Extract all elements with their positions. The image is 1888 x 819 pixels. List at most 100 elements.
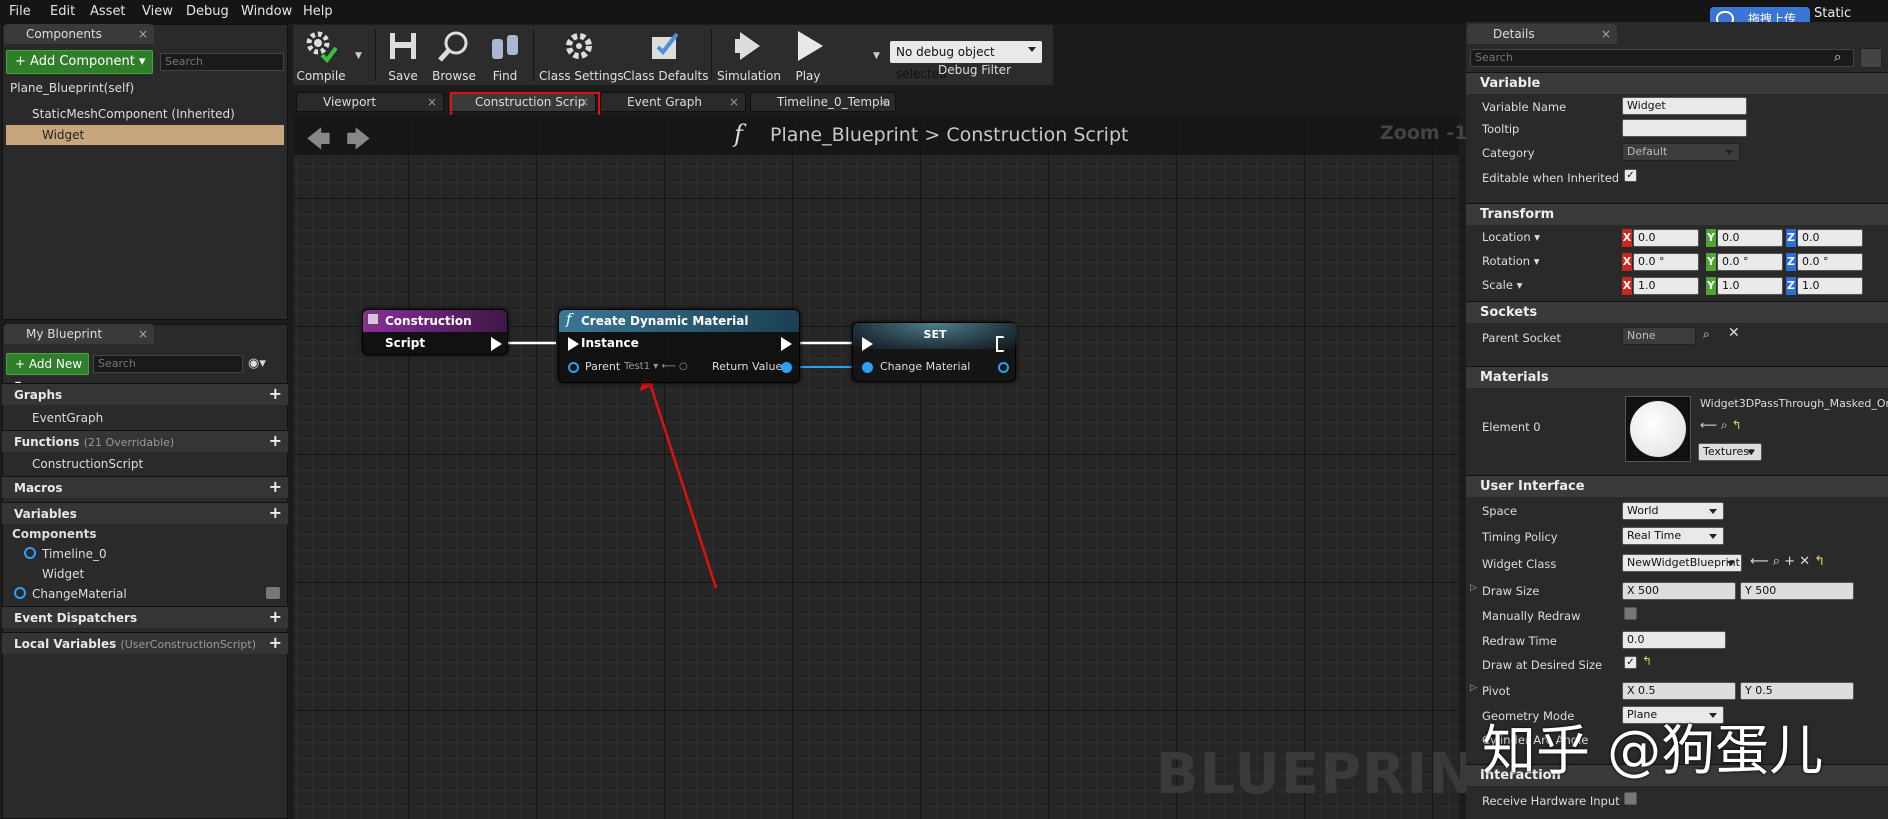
functions-section[interactable]: Functions (21 Overridable) +	[2, 430, 288, 452]
editable-checkbox[interactable]: ✓	[1624, 169, 1637, 182]
debug-object-select[interactable]: No debug object selected	[890, 41, 1042, 81]
item-construction-script[interactable]: ConstructionScript	[14, 454, 143, 474]
close-icon[interactable]: ×	[427, 93, 437, 111]
menu-asset[interactable]: Asset	[90, 4, 126, 19]
close-icon[interactable]: ×	[138, 324, 148, 344]
tab-viewport[interactable]: Viewport ×	[296, 92, 444, 112]
section-sockets[interactable]: Sockets	[1466, 301, 1888, 323]
expand-icon[interactable]: ▷	[1470, 683, 1477, 693]
exec-in-pin[interactable]	[568, 337, 579, 351]
add-graph-icon[interactable]: +	[269, 386, 282, 402]
tab-event-graph[interactable]: Event Graph ×	[600, 92, 746, 112]
draw-size-x[interactable]: X 500	[1622, 582, 1736, 600]
item-event-graph[interactable]: EventGraph	[14, 408, 103, 428]
component-self[interactable]: Plane_Blueprint(self)	[10, 78, 134, 98]
class-defaults-button[interactable]: Class Defaults	[623, 25, 708, 85]
section-transform[interactable]: Transform	[1466, 203, 1888, 225]
manually-redraw-checkbox[interactable]	[1624, 607, 1637, 620]
menu-debug[interactable]: Debug	[186, 4, 229, 19]
variable-name-input[interactable]: Widget	[1622, 97, 1747, 115]
graphs-section[interactable]: Graphs +	[2, 383, 288, 405]
node-set[interactable]: SET Change Material	[852, 322, 1017, 382]
tab-my-blueprint[interactable]: My Blueprint ×	[4, 324, 154, 344]
search-icon[interactable]: ⌕	[1703, 327, 1710, 342]
item-widget[interactable]: Widget	[42, 564, 84, 584]
scale-y-input[interactable]: 1.0	[1717, 277, 1783, 295]
add-macro-icon[interactable]: +	[269, 479, 282, 495]
material-actions[interactable]: ⟵ ⌕ ↰	[1700, 418, 1742, 433]
compile-options-icon[interactable]: ▼	[355, 51, 362, 61]
space-select[interactable]: World	[1622, 502, 1724, 520]
rotation-z-input[interactable]: 0.0 °	[1797, 253, 1863, 271]
close-icon[interactable]: ×	[138, 24, 148, 44]
redraw-time-input[interactable]: 0.0	[1622, 631, 1726, 649]
class-settings-button[interactable]: Class Settings	[539, 25, 624, 85]
close-icon[interactable]: ×	[729, 93, 739, 111]
menu-file[interactable]: File	[9, 4, 31, 19]
label-rotation[interactable]: Rotation ▾	[1482, 254, 1540, 268]
location-y-input[interactable]: 0.0	[1717, 229, 1783, 247]
widget-class-actions[interactable]: ⟵ ⌕ + ✕ ↰	[1750, 554, 1825, 569]
scale-x-input[interactable]: 1.0	[1633, 277, 1699, 295]
exec-out-pin[interactable]	[781, 337, 792, 351]
tab-timeline[interactable]: Timeline_0_Templa ×	[750, 92, 896, 112]
label-location[interactable]: Location ▾	[1482, 230, 1540, 244]
add-function-icon[interactable]: +	[269, 433, 282, 449]
widget-class-select[interactable]: NewWidgetBlueprint	[1622, 554, 1742, 572]
category-select[interactable]: Default	[1622, 143, 1740, 161]
add-new-button[interactable]: + Add New ▾	[6, 353, 89, 391]
component-staticmesh[interactable]: StaticMeshComponent (Inherited)	[8, 104, 235, 124]
parent-socket-field[interactable]: None	[1622, 327, 1696, 345]
add-component-button[interactable]: + Add Component ▾	[6, 50, 153, 74]
expand-icon[interactable]: ▷	[1470, 583, 1477, 593]
rotation-x-input[interactable]: 0.0 °	[1633, 253, 1699, 271]
macros-section[interactable]: Macros +	[2, 476, 288, 498]
close-icon[interactable]: ×	[1601, 24, 1611, 44]
tooltip-input[interactable]	[1622, 119, 1747, 137]
find-button[interactable]: Find	[483, 25, 527, 85]
receive-input-checkbox[interactable]	[1624, 792, 1637, 805]
clear-icon[interactable]: ✕	[1728, 325, 1740, 341]
eye-icon[interactable]	[266, 587, 280, 599]
simulation-button[interactable]: Simulation	[717, 25, 781, 85]
menu-edit[interactable]: Edit	[50, 4, 75, 19]
location-x-input[interactable]: 0.0	[1633, 229, 1699, 247]
label-scale[interactable]: Scale ▾	[1482, 278, 1522, 292]
change-material-out-pin[interactable]	[998, 362, 1009, 373]
exec-in-pin[interactable]	[862, 337, 873, 351]
item-timeline[interactable]: Timeline_0	[42, 544, 107, 564]
node-construction-script[interactable]: Construction Script	[362, 309, 508, 355]
close-icon[interactable]: ×	[879, 93, 889, 111]
component-widget[interactable]: Widget	[6, 125, 284, 145]
rotation-y-input[interactable]: 0.0 °	[1717, 253, 1783, 271]
parent-value-select[interactable]: Test1 ▾ ⟵ ○	[624, 361, 688, 372]
exec-out-pin[interactable]	[491, 337, 502, 351]
variables-section[interactable]: Variables +	[2, 502, 288, 524]
menu-help[interactable]: Help	[303, 4, 333, 19]
location-z-input[interactable]: 0.0	[1797, 229, 1863, 247]
view-options-icon[interactable]	[1860, 48, 1882, 68]
event-dispatchers-section[interactable]: Event Dispatchers +	[2, 606, 288, 628]
material-thumbnail[interactable]	[1625, 396, 1691, 462]
tab-details[interactable]: Details ×	[1467, 24, 1617, 44]
return-value-pin[interactable]	[781, 362, 792, 373]
local-variables-section[interactable]: Local Variables (UserConstructionScript)…	[2, 632, 288, 654]
visibility-icon[interactable]: ◉▾	[248, 356, 266, 371]
pivot-y[interactable]: Y 0.5	[1740, 682, 1854, 700]
tab-components[interactable]: Components ×	[4, 24, 154, 44]
parent-pin[interactable]	[568, 362, 579, 373]
browse-button[interactable]: Browse	[429, 25, 479, 85]
pivot-x[interactable]: X 0.5	[1622, 682, 1736, 700]
draw-desired-checkbox[interactable]: ✓	[1624, 656, 1637, 669]
section-materials[interactable]: Materials	[1466, 366, 1888, 388]
menu-view[interactable]: View	[142, 4, 173, 19]
save-button[interactable]: Save	[381, 25, 425, 85]
timing-policy-select[interactable]: Real Time	[1622, 527, 1724, 545]
reset-icon[interactable]: ↰	[1642, 654, 1652, 668]
play-button[interactable]: Play	[783, 25, 833, 85]
add-dispatcher-icon[interactable]: +	[269, 609, 282, 625]
add-local-variable-icon[interactable]: +	[269, 635, 282, 651]
add-variable-icon[interactable]: +	[269, 505, 282, 521]
item-change-material[interactable]: ChangeMaterial	[32, 584, 127, 604]
node-create-dynamic-material[interactable]: Create Dynamic Material Instance Parent …	[558, 309, 800, 383]
